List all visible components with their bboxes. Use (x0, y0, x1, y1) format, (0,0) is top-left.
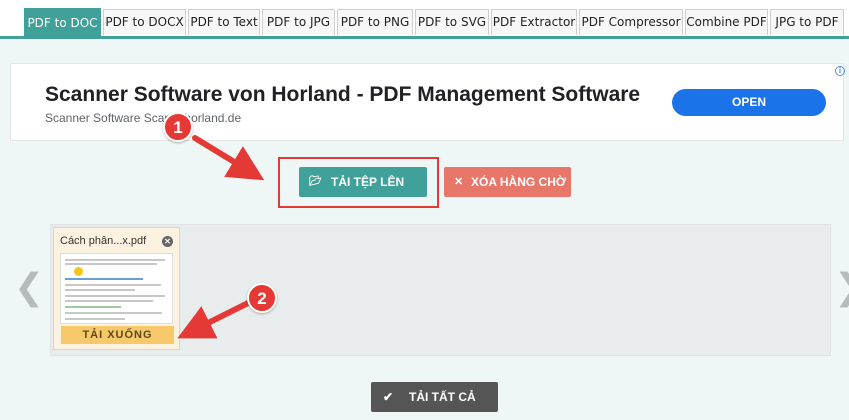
clear-queue-label: XÓA HÀNG CHỜ (471, 175, 567, 189)
tab-pdf-compressor[interactable]: PDF Compressor (579, 9, 683, 35)
upload-files-button[interactable]: 📂︎ TẢI TỆP LÊN (299, 167, 427, 197)
file-card: Cách phân...x.pdf ✕ TẢI XUỐNG (53, 227, 180, 350)
file-thumbnail (60, 253, 173, 324)
info-icon[interactable]: i (835, 66, 845, 76)
step-marker-1: 1 (163, 112, 193, 142)
tab-bar: PDF to DOC PDF to DOCX PDF to Text PDF t… (0, 0, 849, 39)
tab-pdf-to-svg[interactable]: PDF to SVG (415, 9, 489, 35)
step-marker-2: 2 (247, 283, 277, 313)
clear-queue-button[interactable]: ✕ XÓA HÀNG CHỜ (444, 167, 571, 197)
tab-pdf-to-docx[interactable]: PDF to DOCX (103, 9, 186, 35)
tab-pdf-to-doc[interactable]: PDF to DOC (24, 8, 101, 37)
download-all-label: TẢI TẤT CẢ (409, 390, 476, 404)
chevron-left-icon[interactable]: ❮ (14, 268, 44, 308)
tab-pdf-to-jpg[interactable]: PDF to JPG (262, 9, 335, 35)
ad-subtitle: Scanner Software Scan... horland.de (45, 111, 242, 125)
close-icon: ✕ (454, 176, 464, 188)
file-name: Cách phân...x.pdf (60, 235, 147, 247)
ad-banner[interactable]: Scanner Software von Horland - PDF Manag… (10, 63, 845, 141)
tab-jpg-to-pdf[interactable]: JPG to PDF (770, 9, 844, 35)
download-all-button[interactable]: ✔ TẢI TẤT CẢ (371, 382, 498, 412)
checkmark-icon: ✔ (383, 390, 394, 404)
ad-title[interactable]: Scanner Software von Horland - PDF Manag… (45, 83, 640, 107)
upload-files-label: TẢI TỆP LÊN (331, 175, 405, 189)
download-file-button[interactable]: TẢI XUỐNG (61, 326, 174, 344)
tab-combine-pdf[interactable]: Combine PDF (685, 9, 768, 35)
tab-pdf-to-png[interactable]: PDF to PNG (337, 9, 413, 35)
folder-open-icon: 📂︎ (309, 176, 322, 187)
tab-bar-underline (0, 36, 849, 39)
ad-open-button[interactable]: OPEN (672, 89, 826, 116)
chevron-right-icon[interactable]: ❯ (834, 268, 849, 308)
tab-pdf-extractor[interactable]: PDF Extractor (491, 9, 577, 35)
remove-file-icon[interactable]: ✕ (162, 236, 173, 247)
tab-pdf-to-text[interactable]: PDF to Text (188, 9, 260, 35)
arrow-to-upload (192, 135, 265, 181)
smiley-icon (74, 267, 83, 276)
